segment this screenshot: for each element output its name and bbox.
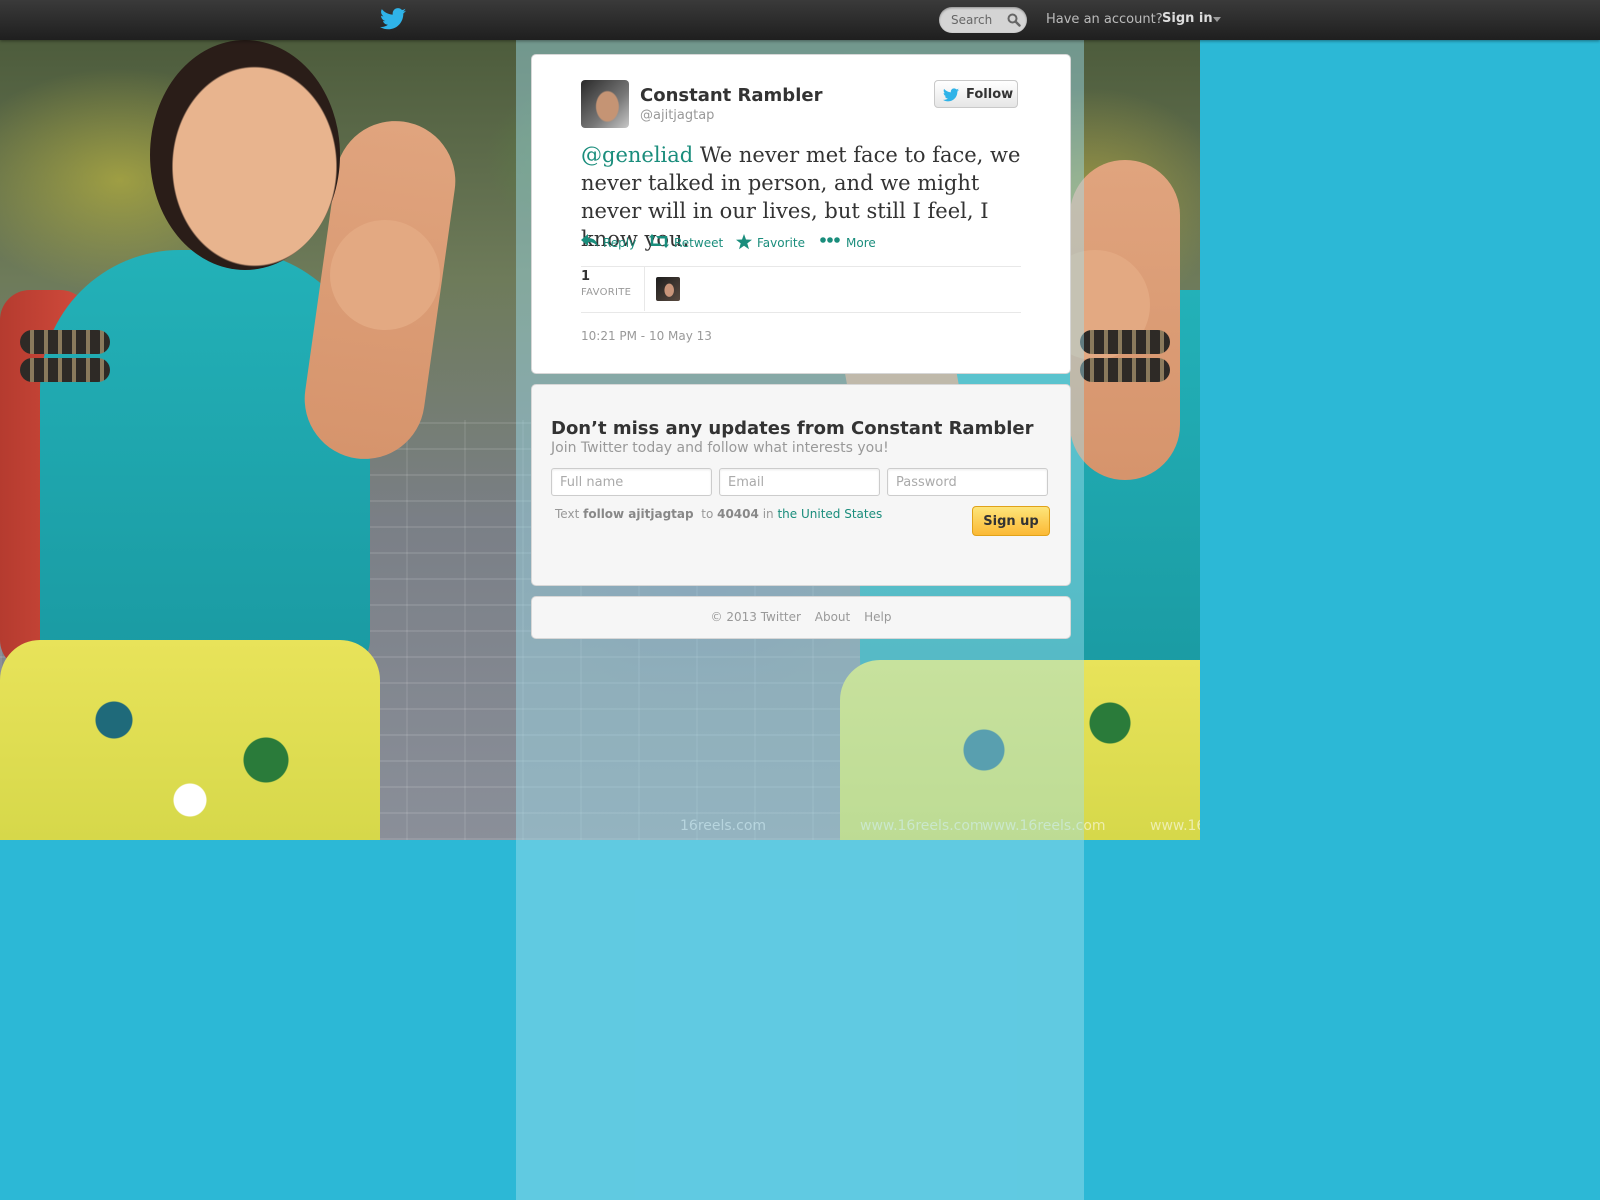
sms-country-link[interactable]: the United States (777, 507, 882, 521)
reply-label: Reply (603, 236, 637, 250)
twitter-bird-icon (943, 88, 959, 102)
sms-shortcode: 40404 (717, 507, 759, 521)
stats-divider-vertical (644, 267, 645, 311)
left-figure-bracelet (20, 358, 110, 382)
search-input[interactable] (951, 11, 1009, 29)
sms-follow-hint: Text follow ajitjagtap to 40404 in the U… (555, 507, 882, 521)
user-screen-name[interactable]: @ajitjagtap (640, 108, 714, 123)
stats-divider-top (581, 266, 1021, 267)
footer-about-link[interactable]: About (815, 610, 850, 624)
more-label: More (846, 236, 876, 250)
footer-links: © 2013 Twitter About Help (532, 610, 1070, 624)
left-figure-bracelet (20, 330, 110, 354)
right-figure-bracelet (1080, 358, 1170, 382)
background-watermark: www.16 (1150, 818, 1200, 834)
email-field[interactable] (719, 468, 880, 496)
password-field[interactable] (887, 468, 1048, 496)
full-name-field[interactable] (551, 468, 712, 496)
caret-down-icon[interactable] (1213, 17, 1221, 22)
ellipsis-icon (820, 237, 840, 243)
sign-up-button[interactable]: Sign up (972, 506, 1050, 536)
favorite-label: Favorite (757, 236, 805, 250)
retweet-icon (649, 234, 669, 248)
signup-subtitle: Join Twitter today and follow what inter… (551, 440, 889, 456)
follow-button-label: Follow (966, 87, 1014, 102)
sms-command: follow ajitjagtap (583, 507, 694, 521)
retweet-label: Retweet (674, 236, 724, 250)
footer-help-link[interactable]: Help (864, 610, 891, 624)
footer-copyright: © 2013 Twitter (710, 610, 801, 624)
top-navigation-bar: Have an account? Sign in (0, 0, 1600, 40)
mention-link[interactable]: @geneliad (581, 143, 693, 167)
sign-in-link[interactable]: Sign in (1162, 11, 1213, 26)
sms-text-prefix: Text (555, 507, 580, 521)
signup-title: Don’t miss any updates from Constant Ram… (551, 418, 1034, 439)
follow-button[interactable]: Follow (934, 80, 1018, 108)
user-display-name[interactable]: Constant Rambler (640, 85, 822, 106)
tweet-timestamp[interactable]: 10:21 PM - 10 May 13 (581, 329, 712, 343)
magnifier-icon[interactable] (1007, 13, 1021, 27)
footer-card: © 2013 Twitter About Help (531, 596, 1071, 639)
signup-card: Don’t miss any updates from Constant Ram… (531, 384, 1071, 586)
reply-arrow-icon (581, 234, 598, 247)
star-icon (736, 234, 752, 250)
twitter-bird-icon[interactable] (380, 8, 406, 30)
right-figure-bracelet (1080, 330, 1170, 354)
left-figure-fist (330, 220, 440, 330)
left-figure-skirt (0, 640, 380, 840)
tweet-card: Constant Rambler @ajitjagtap Follow @gen… (531, 54, 1071, 374)
favorite-count[interactable]: 1 (581, 269, 590, 284)
sms-to: to (701, 507, 714, 521)
left-figure-head (150, 40, 340, 270)
favorite-count-label[interactable]: FAVORITE (581, 287, 631, 298)
stats-divider-bottom (581, 312, 1021, 313)
user-avatar[interactable] (581, 80, 629, 128)
sms-in: in (762, 507, 774, 521)
favoriter-avatar[interactable] (656, 277, 680, 301)
search-box[interactable] (939, 7, 1027, 33)
account-prompt: Have an account? (1046, 12, 1163, 27)
